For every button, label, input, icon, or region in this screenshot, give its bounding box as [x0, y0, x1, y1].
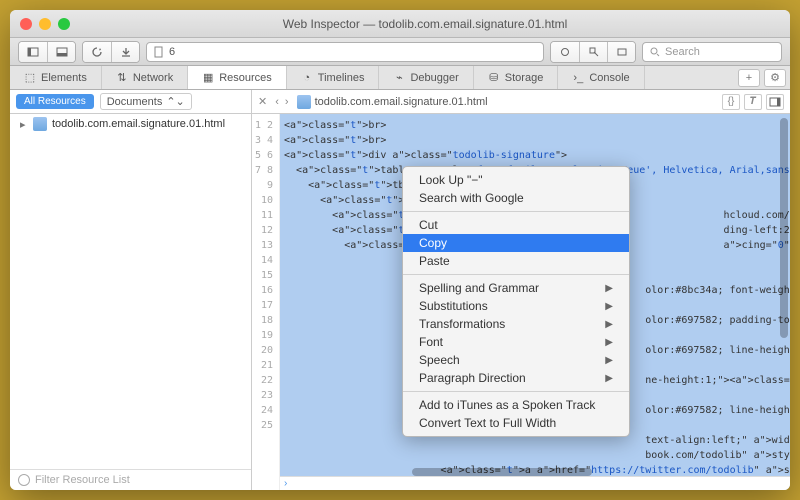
menu-item[interactable]: Font▶: [403, 333, 629, 351]
menu-item[interactable]: Cut: [403, 216, 629, 234]
tab-debugger[interactable]: ⌁Debugger: [379, 66, 473, 89]
debugger-icon: ⌁: [393, 72, 405, 84]
menu-item[interactable]: Substitutions▶: [403, 297, 629, 315]
nav-fwd-icon[interactable]: ›: [283, 96, 291, 108]
submenu-arrow-icon: ▶: [605, 337, 613, 348]
pick-element-icon[interactable]: [579, 42, 607, 62]
type-icon[interactable]: 𝑻: [744, 94, 762, 110]
panel-left-icon[interactable]: [19, 42, 47, 62]
menu-item[interactable]: Spelling and Grammar▶: [403, 279, 629, 297]
url-bar[interactable]: 6: [146, 42, 544, 62]
sidebar-toggle-group: [18, 41, 76, 63]
tab-storage[interactable]: ⛁Storage: [474, 66, 559, 89]
submenu-arrow-icon: ▶: [605, 319, 613, 330]
search-icon: [649, 46, 661, 58]
file-icon: [297, 95, 311, 109]
window-title: Web Inspector — todolib.com.email.signat…: [70, 17, 780, 31]
file-icon: [33, 117, 47, 131]
chevron-right-icon: ▸: [20, 118, 28, 131]
doc-count: 6: [169, 46, 175, 58]
documents-dropdown[interactable]: Documents⌃⌄: [100, 93, 192, 110]
context-menu: Look Up "−"Search with Google CutCopyPast…: [402, 166, 630, 437]
resources-icon: ▦: [202, 72, 214, 84]
elements-icon: ⬚: [24, 72, 36, 84]
subbar: All Resources Documents⌃⌄ ✕ ‹› todolib.c…: [10, 90, 790, 114]
reload-icon[interactable]: [83, 42, 111, 62]
resource-sidebar: ▸ todolib.com.email.signature.01.html Fi…: [10, 114, 252, 490]
download-icon[interactable]: [111, 42, 139, 62]
tab-timelines[interactable]: ◔Timelines: [287, 66, 380, 89]
vertical-scrollbar[interactable]: [780, 118, 788, 338]
console-icon: ›_: [572, 72, 584, 84]
menu-item[interactable]: Search with Google: [403, 189, 629, 207]
network-icon: ⇅: [116, 72, 128, 84]
breadcrumb[interactable]: todolib.com.email.signature.01.html: [297, 95, 488, 109]
brackets-icon[interactable]: {}: [722, 94, 740, 110]
toolbar: 6 Search: [10, 38, 790, 66]
tab-elements[interactable]: ⬚Elements: [10, 66, 102, 89]
close-icon[interactable]: [20, 18, 32, 30]
settings-icon[interactable]: ⚙: [764, 69, 786, 87]
file-icon: [153, 46, 165, 58]
prompt-icon[interactable]: ›: [284, 478, 287, 489]
zoom-icon[interactable]: [58, 18, 70, 30]
tab-network[interactable]: ⇅Network: [102, 66, 188, 89]
search-input[interactable]: Search: [642, 42, 782, 62]
cert-icon[interactable]: [607, 42, 635, 62]
close-x-icon[interactable]: ✕: [258, 95, 267, 108]
device-icon[interactable]: [551, 42, 579, 62]
inspector-tabs: ⬚Elements ⇅Network ▦Resources ◔Timelines…: [10, 66, 790, 90]
timelines-icon: ◔: [301, 72, 313, 84]
filter-input[interactable]: Filter Resource List: [10, 469, 251, 490]
minimize-icon[interactable]: [39, 18, 51, 30]
add-tab-button[interactable]: +: [738, 69, 760, 87]
menu-item[interactable]: Paste: [403, 252, 629, 270]
filter-icon: [18, 474, 30, 486]
horizontal-scrollbar[interactable]: [412, 468, 592, 476]
all-resources-pill[interactable]: All Resources: [16, 94, 94, 109]
file-name: todolib.com.email.signature.01.html: [52, 118, 225, 130]
panel-right-icon[interactable]: [766, 94, 784, 110]
menu-item[interactable]: Copy: [403, 234, 629, 252]
menu-item[interactable]: Convert Text to Full Width: [403, 414, 629, 432]
tab-console[interactable]: ›_Console: [558, 66, 644, 89]
menu-item[interactable]: Paragraph Direction▶: [403, 369, 629, 387]
submenu-arrow-icon: ▶: [605, 355, 613, 366]
search-placeholder: Search: [665, 46, 700, 58]
line-gutter: 1 2 3 4 5 6 7 8 9 10 11 12 13 14 15 16 1…: [252, 114, 280, 490]
nav-back-icon[interactable]: ‹: [273, 96, 281, 108]
submenu-arrow-icon: ▶: [605, 373, 613, 384]
tab-resources[interactable]: ▦Resources: [188, 66, 287, 89]
content: ▸ todolib.com.email.signature.01.html Fi…: [10, 114, 790, 490]
chevron-updown-icon: ⌃⌄: [166, 95, 184, 108]
storage-icon: ⛁: [488, 72, 500, 84]
inspector-window: Web Inspector — todolib.com.email.signat…: [10, 10, 790, 490]
menu-item[interactable]: Speech▶: [403, 351, 629, 369]
menu-item[interactable]: Transformations▶: [403, 315, 629, 333]
list-item[interactable]: ▸ todolib.com.email.signature.01.html: [10, 114, 251, 134]
submenu-arrow-icon: ▶: [605, 301, 613, 312]
submenu-arrow-icon: ▶: [605, 283, 613, 294]
code-editor: 1 2 3 4 5 6 7 8 9 10 11 12 13 14 15 16 1…: [252, 114, 790, 490]
panel-bottom-icon[interactable]: [47, 42, 75, 62]
menu-item[interactable]: Look Up "−": [403, 171, 629, 189]
bottom-bar: ›: [280, 476, 790, 490]
menu-item[interactable]: Add to iTunes as a Spoken Track: [403, 396, 629, 414]
traffic-lights: [20, 18, 70, 30]
titlebar: Web Inspector — todolib.com.email.signat…: [10, 10, 790, 38]
